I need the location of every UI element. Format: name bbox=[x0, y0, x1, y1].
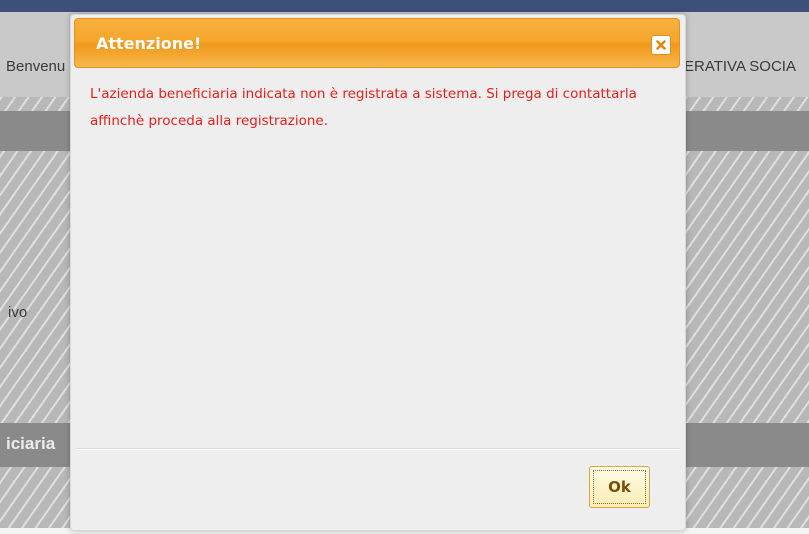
welcome-text: Benvenu bbox=[6, 58, 66, 75]
alert-dialog: Attenzione! L'azienda beneficiaria indic… bbox=[70, 14, 686, 531]
ok-button-label: Ok bbox=[593, 470, 646, 504]
dialog-divider-highlight bbox=[76, 449, 680, 450]
dialog-title: Attenzione! bbox=[96, 34, 202, 53]
close-button[interactable] bbox=[651, 35, 671, 55]
close-icon bbox=[655, 36, 667, 55]
section-title: iciaria bbox=[6, 434, 56, 453]
top-navigation-bar bbox=[0, 0, 809, 12]
dialog-message: L'azienda beneficiaria indicata non è re… bbox=[90, 86, 637, 129]
field-label: ivo bbox=[8, 304, 28, 321]
ok-button[interactable]: Ok bbox=[589, 466, 650, 508]
organization-name: ERATIVA SOCIA bbox=[684, 58, 796, 75]
dialog-titlebar[interactable]: Attenzione! bbox=[74, 18, 680, 68]
